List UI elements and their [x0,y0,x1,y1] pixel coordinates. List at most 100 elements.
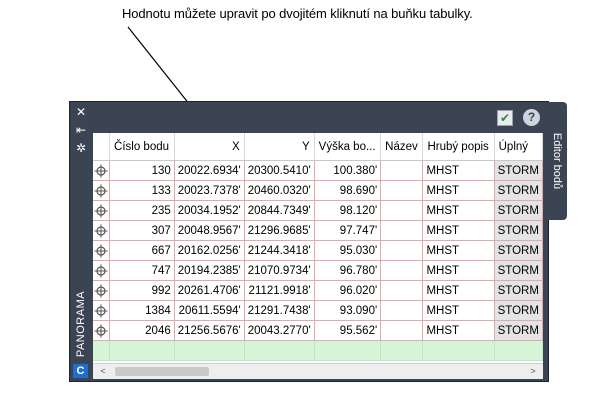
collapse-icon[interactable]: ⇤ [74,123,88,137]
full-description-cell[interactable]: STORM [494,180,543,201]
elevation-cell[interactable]: 95.030' [314,240,382,261]
x-cell[interactable]: 20022.6934' [174,160,245,181]
x-cell[interactable]: 20261.4706' [174,280,245,301]
checkmark-icon[interactable]: ✔ [497,110,513,126]
gear-icon[interactable]: ✲ [74,141,88,155]
x-cell[interactable]: 20194.2385' [174,260,245,281]
full-description-cell[interactable]: STORM [494,220,543,241]
elevation-cell[interactable]: 96.780' [314,260,382,281]
table-row[interactable]: 747 20194.2385' 21070.9734' 96.780' MHST STOR… [93,260,543,281]
point-number-cell[interactable]: 2046 [109,320,175,341]
y-cell[interactable]: 20043.2770' [244,320,315,341]
x-cell[interactable]: 20034.1952' [174,200,245,221]
elevation-cell[interactable]: 97.747' [314,220,382,241]
name-cell[interactable] [380,260,424,281]
name-cell[interactable] [380,160,424,181]
name-cell[interactable] [380,280,424,301]
point-number-cell[interactable]: 133 [109,180,175,201]
raw-description-cell[interactable]: MHST [422,260,495,281]
point-number-cell[interactable]: 667 [109,240,175,261]
y-cell[interactable]: 20300.5410' [244,160,315,181]
raw-description-cell[interactable]: MHST [422,240,495,261]
x-cell[interactable]: 21256.5676' [174,320,245,341]
column-header-x[interactable]: X [174,133,245,161]
elevation-cell[interactable]: 96.020' [314,280,382,301]
x-cell[interactable]: 20611.5594' [174,300,245,321]
elevation-cell[interactable]: 98.120' [314,200,382,221]
point-number-cell[interactable]: 235 [109,200,175,221]
name-cell[interactable] [380,220,424,241]
raw-description-cell[interactable]: MHST [422,300,495,321]
table-row[interactable]: 130 20022.6934' 20300.5410' 100.380' MHST STO… [93,160,543,181]
new-point-cell[interactable] [422,340,495,361]
table-row[interactable]: 307 20048.9567' 21296.9685' 97.747' MHST STOR… [93,220,543,241]
palette-sidebar: ✕ ⇤ ✲ PANORAMA C [70,102,92,381]
y-cell[interactable]: 21121.9918' [244,280,315,301]
full-description-cell[interactable]: STORM [494,240,543,261]
table-row[interactable]: 667 20162.0256' 21244.3418' 95.030' MHST STOR… [93,240,543,261]
new-point-cell[interactable] [174,340,245,361]
raw-description-cell[interactable]: MHST [422,160,495,181]
column-header-raw-description[interactable]: Hrubý popis [422,133,495,161]
new-point-row[interactable] [93,340,543,361]
x-cell[interactable]: 20162.0256' [174,240,245,261]
point-number-cell[interactable]: 747 [109,260,175,281]
point-table: Číslo bodu X Y Výška bo... Název Hrubý p… [93,133,543,363]
y-cell[interactable]: 21070.9734' [244,260,315,281]
full-description-cell[interactable]: STORM [494,260,543,281]
scroll-left-icon[interactable]: < [97,365,109,378]
new-point-cell[interactable] [93,340,111,361]
name-cell[interactable] [380,200,424,221]
new-point-cell[interactable] [494,340,543,361]
editor-tab[interactable]: Editor bodů [547,102,567,220]
raw-description-cell[interactable]: MHST [422,220,495,241]
point-number-cell[interactable]: 307 [109,220,175,241]
raw-description-cell[interactable]: MHST [422,280,495,301]
table-row[interactable]: 1384 20611.5594' 21291.7438' 93.090' MHST STO… [93,300,543,321]
elevation-cell[interactable]: 100.380' [314,160,382,181]
scroll-right-icon[interactable]: > [527,365,539,378]
scrollbar-thumb[interactable] [115,367,209,376]
column-header-name[interactable]: Název [380,133,424,161]
y-cell[interactable]: 21244.3418' [244,240,315,261]
name-cell[interactable] [380,180,424,201]
table-row[interactable]: 133 20023.7378' 20460.0320' 98.690' MHST STOR… [93,180,543,201]
point-number-cell[interactable]: 992 [109,280,175,301]
x-cell[interactable]: 20023.7378' [174,180,245,201]
horizontal-scrollbar[interactable]: < > [93,363,543,379]
raw-description-cell[interactable]: MHST [422,180,495,201]
column-header-elevation[interactable]: Výška bo... [314,133,382,161]
elevation-cell[interactable]: 95.562' [314,320,382,341]
close-icon[interactable]: ✕ [74,105,88,119]
elevation-cell[interactable]: 98.690' [314,180,382,201]
raw-description-cell[interactable]: MHST [422,200,495,221]
name-cell[interactable] [380,240,424,261]
y-cell[interactable]: 21291.7438' [244,300,315,321]
new-point-cell[interactable] [109,340,175,361]
point-number-cell[interactable]: 130 [109,160,175,181]
full-description-cell[interactable]: STORM [494,320,543,341]
full-description-cell[interactable]: STORM [494,160,543,181]
new-point-cell[interactable] [380,340,424,361]
new-point-cell[interactable] [314,340,382,361]
name-cell[interactable] [380,300,424,321]
name-cell[interactable] [380,320,424,341]
x-cell[interactable]: 20048.9567' [174,220,245,241]
column-header-full-description[interactable]: Úplný [494,133,543,161]
new-point-cell[interactable] [244,340,315,361]
y-cell[interactable]: 20460.0320' [244,180,315,201]
point-number-cell[interactable]: 1384 [109,300,175,321]
elevation-cell[interactable]: 93.090' [314,300,382,321]
full-description-cell[interactable]: STORM [494,280,543,301]
raw-description-cell[interactable]: MHST [422,320,495,341]
help-icon[interactable]: ? [523,109,540,126]
column-header-point-number[interactable]: Číslo bodu [109,133,175,161]
full-description-cell[interactable]: STORM [494,200,543,221]
y-cell[interactable]: 21296.9685' [244,220,315,241]
y-cell[interactable]: 20844.7349' [244,200,315,221]
table-row[interactable]: 235 20034.1952' 20844.7349' 98.120' MHST STOR… [93,200,543,221]
table-row[interactable]: 992 20261.4706' 21121.9918' 96.020' MHST STOR… [93,280,543,301]
table-row[interactable]: 2046 21256.5676' 20043.2770' 95.562' MHST STO… [93,320,543,341]
column-header-y[interactable]: Y [244,133,315,161]
full-description-cell[interactable]: STORM [494,300,543,321]
